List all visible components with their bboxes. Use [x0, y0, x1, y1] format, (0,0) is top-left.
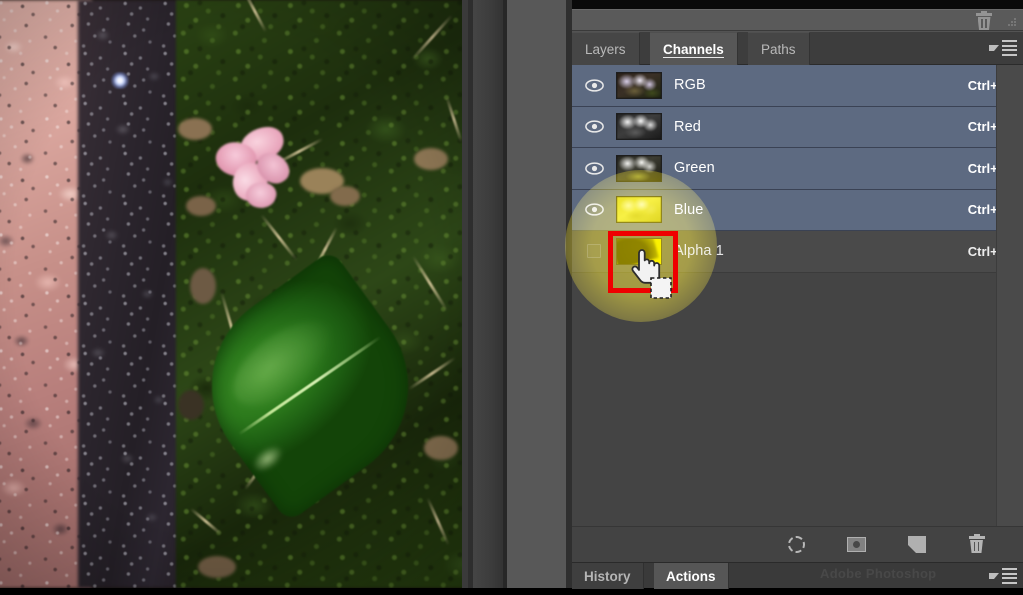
- delete-channel-button[interactable]: [965, 533, 989, 557]
- create-new-channel-button[interactable]: [905, 533, 929, 557]
- tab-label: Channels: [663, 41, 724, 57]
- tab-history[interactable]: History: [572, 563, 644, 589]
- bark-speckle-texture: [78, 0, 190, 588]
- blue-channel-thumbnail[interactable]: [616, 196, 662, 224]
- window-bottom-edge: [0, 588, 1023, 595]
- leaf-litter: [330, 186, 360, 206]
- tab-label: Actions: [666, 568, 716, 584]
- visibility-toggle-checkbox[interactable]: [572, 244, 616, 259]
- panel-menu-icon[interactable]: [989, 40, 1017, 56]
- photoshop-window: Layers Channels Paths RGB Ctrl+2 Red Ctr…: [0, 0, 1023, 595]
- new-page-icon: [907, 536, 926, 553]
- image-canvas[interactable]: [0, 0, 468, 588]
- channel-row-rgb[interactable]: RGB Ctrl+2: [572, 65, 1023, 107]
- tab-label: Layers: [585, 41, 626, 57]
- document-photo: [0, 0, 468, 588]
- save-selection-as-channel-button[interactable]: [845, 533, 869, 557]
- active-tab-underline: [663, 57, 724, 58]
- load-channel-as-selection-button[interactable]: [785, 533, 809, 557]
- channel-list-scrollbar[interactable]: [996, 65, 1023, 526]
- eye-icon[interactable]: [572, 162, 616, 175]
- chevron-down-icon: [989, 572, 999, 579]
- leaf-litter: [414, 148, 448, 170]
- alpha-1-channel-thumbnail[interactable]: [616, 237, 662, 265]
- channel-row-alpha-1[interactable]: Alpha 1 Ctrl+6: [572, 231, 1023, 273]
- panel-above-toolbar[interactable]: [572, 9, 1023, 31]
- channel-row-blue[interactable]: Blue Ctrl+5: [572, 189, 1023, 231]
- tab-layers[interactable]: Layers: [572, 32, 640, 65]
- leaf-litter: [198, 556, 236, 578]
- channels-panel-footer: [572, 526, 1023, 562]
- specular-highlight: [111, 72, 129, 89]
- hamburger-icon: [1002, 40, 1017, 56]
- channel-name: Blue: [674, 201, 704, 218]
- right-panel-dock: Layers Channels Paths RGB Ctrl+2 Red Ctr…: [572, 0, 1023, 589]
- tab-paths[interactable]: Paths: [748, 32, 810, 65]
- tab-channels[interactable]: Channels: [650, 32, 738, 65]
- chevron-down-icon: [989, 44, 999, 51]
- red-channel-thumbnail[interactable]: [616, 113, 662, 141]
- channels-panel-tabstrip: Layers Channels Paths: [572, 32, 1023, 65]
- pink-flower: [210, 123, 302, 220]
- panel-watermark: Adobe Photoshop: [820, 566, 937, 581]
- green-channel-thumbnail[interactable]: [616, 154, 662, 182]
- hamburger-icon: [1002, 568, 1017, 584]
- eye-icon[interactable]: [572, 79, 616, 92]
- eye-icon[interactable]: [572, 203, 616, 216]
- dotted-circle-icon: [788, 536, 805, 553]
- channel-name: Red: [674, 118, 701, 135]
- bottom-panel-dock: History Actions Adobe Photoshop: [572, 562, 1023, 589]
- tab-label: Paths: [761, 41, 796, 57]
- dock-top-edge: [572, 0, 1023, 9]
- panel-menu-icon[interactable]: [989, 568, 1017, 584]
- eye-icon[interactable]: [572, 120, 616, 133]
- rgb-composite-thumbnail[interactable]: [616, 71, 662, 99]
- gutter-face: [507, 0, 566, 588]
- channel-name: Alpha 1: [674, 243, 724, 260]
- channel-row-green[interactable]: Green Ctrl+4: [572, 148, 1023, 190]
- channel-name: RGB: [674, 77, 706, 94]
- channel-name: Green: [674, 160, 715, 177]
- workspace-gutter: [468, 0, 572, 588]
- leaf-litter: [178, 118, 212, 140]
- channel-list: RGB Ctrl+2 Red Ctrl+3 Green Ctrl+4 Blue …: [572, 65, 1023, 526]
- tab-label: History: [584, 568, 631, 584]
- channel-row-red[interactable]: Red Ctrl+3: [572, 106, 1023, 148]
- empty-visibility-checkbox: [587, 244, 601, 259]
- mask-icon: [847, 537, 866, 552]
- leaf-litter: [190, 268, 216, 304]
- leaf-litter: [424, 436, 458, 460]
- gutter-panel-edge: [473, 0, 503, 588]
- trash-icon: [968, 533, 985, 553]
- tab-actions[interactable]: Actions: [654, 563, 729, 589]
